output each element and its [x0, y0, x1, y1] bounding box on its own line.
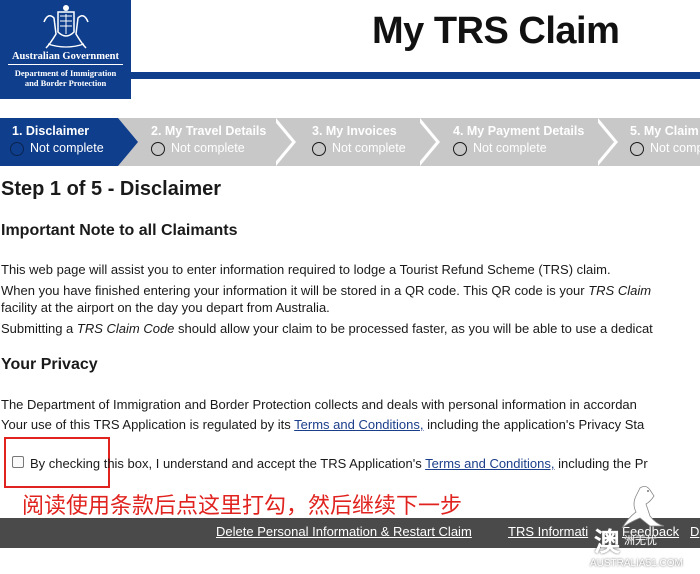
- delete-restart-link[interactable]: Delete Personal Information & Restart Cl…: [216, 524, 472, 539]
- terms-text-end: including the application's Privacy Sta: [423, 417, 645, 432]
- step-my-claim[interactable]: 5. My Claim Not comp: [618, 118, 700, 166]
- watermark-logo-text: 澳: [594, 528, 621, 558]
- step-status: Not comp: [650, 141, 700, 155]
- logo-divider: [8, 64, 123, 65]
- trs-information-link[interactable]: TRS Informati: [508, 524, 588, 539]
- coat-of-arms-icon: [43, 5, 89, 49]
- department-name: Department of Immigration and Border Pro…: [0, 68, 131, 88]
- status-circle-icon: [312, 142, 326, 156]
- government-logo: Australian Government Department of Immi…: [0, 0, 131, 99]
- department-line-1: Department of Immigration: [14, 68, 117, 78]
- accept-terms-checkbox[interactable]: [12, 456, 24, 468]
- submit-paragraph: Submitting a TRS Claim Code should allow…: [1, 321, 653, 337]
- step-label: 2. My Travel Details: [151, 124, 267, 138]
- qr-paragraph: When you have finished entering your inf…: [1, 283, 651, 299]
- chevron-right-icon: [118, 118, 138, 166]
- step-label: 1. Disclaimer: [12, 124, 90, 138]
- accept-terms-label: By checking this box, I understand and a…: [30, 456, 648, 471]
- government-name: Australian Government: [11, 51, 120, 62]
- terms-paragraph: Your use of this TRS Application is regu…: [1, 417, 644, 433]
- important-note-heading: Important Note to all Claimants: [1, 222, 238, 239]
- site-header: Australian Government Department of Immi…: [0, 0, 700, 110]
- accept-text-end: including the Pr: [554, 456, 648, 471]
- status-circle-icon: [151, 142, 165, 156]
- annotation-text: 阅读使用条款后点这里打勾，然后继续下一步: [22, 494, 463, 519]
- status-circle-icon: [453, 142, 467, 156]
- header-divider: [131, 72, 700, 79]
- status-circle-icon: [10, 142, 24, 156]
- watermark-subtitle: 洲无忧: [624, 534, 657, 547]
- department-line-2: and Border Protection: [24, 78, 107, 88]
- watermark-domain: AUSTRALIA51.COM: [590, 558, 683, 569]
- chevron-right-icon: [416, 118, 436, 166]
- qr-italic: TRS Claim: [588, 283, 652, 298]
- step-status: Not complete: [473, 141, 547, 155]
- qr-paragraph-cont: facility at the airport on the day you d…: [1, 300, 330, 315]
- intro-paragraph: This web page will assist you to enter i…: [1, 262, 611, 277]
- step-payment-details[interactable]: 4. My Payment Details Not complete: [440, 118, 590, 166]
- step-travel-details[interactable]: 2. My Travel Details Not complete: [138, 118, 278, 166]
- qr-text: When you have finished entering your inf…: [1, 283, 589, 298]
- status-circle-icon: [630, 142, 644, 156]
- chevron-right-icon: [272, 118, 292, 166]
- terms-text-start: Your use of this TRS Application is regu…: [1, 417, 295, 432]
- step-status: Not complete: [171, 141, 245, 155]
- chevron-right-icon: [594, 118, 614, 166]
- step-label: 3. My Invoices: [312, 124, 397, 138]
- step-heading: Step 1 of 5 - Disclaimer: [1, 178, 222, 200]
- submit-text-start: Submitting a: [1, 321, 77, 336]
- accept-terms-link[interactable]: Terms and Conditions,: [425, 456, 554, 471]
- step-status: Not complete: [332, 141, 406, 155]
- privacy-paragraph: The Department of Immigration and Border…: [1, 397, 637, 412]
- step-label: 5. My Claim: [630, 124, 699, 138]
- submit-text-end: should allow your claim to be processed …: [174, 321, 653, 336]
- submit-italic: TRS Claim Code: [76, 321, 175, 336]
- accept-text-start: By checking this box, I understand and a…: [30, 456, 426, 471]
- step-status: Not complete: [30, 141, 104, 155]
- step-progress-nav: 1. Disclaimer Not complete 2. My Travel …: [0, 118, 700, 166]
- page-title: My TRS Claim: [372, 10, 620, 52]
- step-disclaimer[interactable]: 1. Disclaimer Not complete: [0, 118, 118, 166]
- step-label: 4. My Payment Details: [453, 124, 585, 138]
- step-invoices[interactable]: 3. My Invoices Not complete: [298, 118, 418, 166]
- watermark: 澳 洲无忧 AUSTRALIA51.COM: [590, 482, 700, 574]
- terms-link[interactable]: Terms and Conditions,: [294, 417, 423, 432]
- privacy-heading: Your Privacy: [1, 356, 98, 373]
